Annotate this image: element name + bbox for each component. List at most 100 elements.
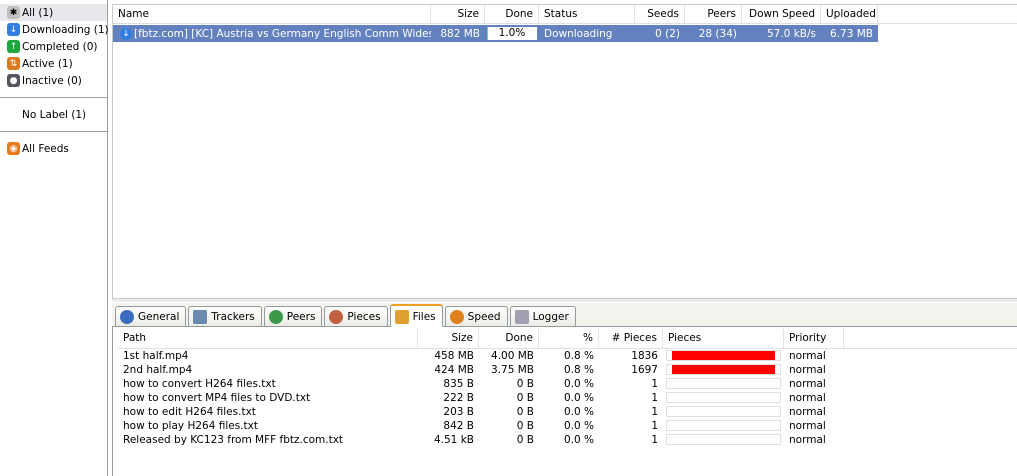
progress-bar: 1.0% <box>485 25 539 42</box>
file-row[interactable]: how to play H264 files.txt 842 B 0 B 0.0 % 1… <box>118 419 1017 433</box>
tab-speed[interactable]: Speed <box>444 306 508 326</box>
sidebar-item-all[interactable]: ✱ All (1) <box>0 4 107 21</box>
torrent-peers: 28 (34) <box>698 28 737 40</box>
pieces-bar <box>666 420 781 431</box>
file-done: 0 B <box>516 392 534 404</box>
file-done: 0 B <box>516 434 534 446</box>
torrent-status: Downloading <box>544 28 613 40</box>
pieces-bar <box>666 378 781 389</box>
sidebar-item-all-feeds[interactable]: ◉ All Feeds <box>0 140 107 157</box>
file-done: 0 B <box>516 406 534 418</box>
pieces-bar <box>666 350 781 361</box>
file-pct: 0.0 % <box>563 406 594 418</box>
column-header-status[interactable]: Status <box>539 5 635 23</box>
divider <box>0 131 107 132</box>
pieces-bar <box>666 434 781 445</box>
files-icon <box>394 309 409 324</box>
torrent-list-header: Name Size Done Status Seeds Peers Down Speed Up… <box>113 5 1017 24</box>
torrent-name: [fbtz.com] [KC] Austria vs Germany Engli… <box>134 27 431 40</box>
sidebar-item-inactive[interactable]: ● Inactive (0) <box>0 72 107 89</box>
column-header-pieces[interactable]: # Pieces <box>599 329 663 348</box>
peers-icon <box>268 309 283 324</box>
active-arrows-icon: ⇅ <box>7 57 20 70</box>
file-pieces: 1 <box>651 392 658 404</box>
file-path: how to play H264 files.txt <box>123 420 258 432</box>
file-size: 203 B <box>443 406 474 418</box>
column-header-done[interactable]: Done <box>485 5 539 23</box>
file-priority: normal <box>789 378 826 390</box>
file-path: how to edit H264 files.txt <box>123 406 256 418</box>
file-priority: normal <box>789 434 826 446</box>
torrent-size: 882 MB <box>440 28 480 40</box>
file-pieces: 1 <box>651 434 658 446</box>
column-header-uploaded[interactable]: Uploaded <box>821 5 878 23</box>
file-pct: 0.8 % <box>563 350 594 362</box>
download-icon: ↓ <box>7 23 20 36</box>
file-row[interactable]: how to convert H264 files.txt 835 B 0 B 0.0… <box>118 377 1017 391</box>
file-priority: normal <box>789 350 826 362</box>
column-header-%[interactable]: % <box>539 329 599 348</box>
tab-general[interactable]: General <box>115 306 187 326</box>
file-path: how to convert H264 files.txt <box>123 378 276 390</box>
file-row[interactable]: Released by KC123 from MFF fbtz.com.txt 4… <box>118 433 1017 447</box>
sidebar-item-downloading[interactable]: ↓ Downloading (1) <box>0 21 109 38</box>
inactive-icon: ● <box>7 74 20 87</box>
tab-files[interactable]: Files <box>389 304 443 327</box>
pieces-icon <box>329 309 344 324</box>
file-priority: normal <box>789 392 826 404</box>
column-header-name[interactable]: Name <box>113 5 431 23</box>
torrent-seeds: 0 (2) <box>655 28 680 40</box>
column-header-size[interactable]: Size <box>418 329 479 348</box>
network-icon <box>193 309 208 324</box>
sidebar-item-active[interactable]: ⇅ Active (1) <box>0 55 107 72</box>
file-priority: normal <box>789 406 826 418</box>
column-header-path[interactable]: Path <box>118 329 418 348</box>
file-pieces: 1 <box>651 406 658 418</box>
splitter-handle[interactable] <box>112 298 1017 302</box>
file-row[interactable]: 1st half.mp4 458 MB 4.00 MB 0.8 % 1836 normal <box>118 349 1017 363</box>
tab-peers[interactable]: Peers <box>263 306 323 326</box>
tab-logger[interactable]: Logger <box>509 306 576 326</box>
file-priority: normal <box>789 420 826 432</box>
file-priority: normal <box>789 364 826 376</box>
file-done: 3.75 MB <box>491 364 534 376</box>
file-row[interactable]: how to edit H264 files.txt 203 B 0 B 0.0 % 1… <box>118 405 1017 419</box>
file-path: 2nd half.mp4 <box>123 364 193 376</box>
file-path: Released by KC123 from MFF fbtz.com.txt <box>123 434 344 446</box>
sidebar-item-completed[interactable]: ↑ Completed (0) <box>0 38 107 55</box>
file-size: 4.51 kB <box>433 434 474 446</box>
file-row[interactable]: 2nd half.mp4 424 MB 3.75 MB 0.8 % 1697 normal <box>118 363 1017 377</box>
file-path: how to convert MP4 files to DVD.txt <box>123 392 311 404</box>
torrent-list: Name Size Done Status Seeds Peers Down Speed Up… <box>112 4 1017 298</box>
file-size: 458 MB <box>434 350 474 362</box>
tab-trackers[interactable]: Trackers <box>188 306 262 326</box>
column-header-seeds[interactable]: Seeds <box>635 5 685 23</box>
info-icon <box>120 309 134 324</box>
file-pct: 0.0 % <box>563 378 594 390</box>
column-header-priority[interactable]: Priority <box>784 329 844 348</box>
column-header-peers[interactable]: Peers <box>685 5 742 23</box>
divider <box>0 97 107 98</box>
files-table-header: Path Size Done% # Pieces Pieces Priority <box>118 329 1017 349</box>
column-header-size[interactable]: Size <box>431 5 485 23</box>
column-header-pieces[interactable]: Pieces <box>663 329 784 348</box>
column-header-done[interactable]: Done <box>479 329 539 348</box>
torrent-row[interactable]: ↓ [fbtz.com] [KC] Austria vs Germany Engl… <box>113 25 878 42</box>
sidebar-item-no-label[interactable]: No Label (1) <box>0 106 107 123</box>
rss-icon: ◉ <box>7 142 20 155</box>
file-size: 835 B <box>443 378 474 390</box>
tab-pieces[interactable]: Pieces <box>324 306 388 326</box>
file-pieces: 1697 <box>631 364 658 376</box>
file-size: 842 B <box>443 420 474 432</box>
file-row[interactable]: how to convert MP4 files to DVD.txt 222 B… <box>118 391 1017 405</box>
torrent-down-speed: 57.0 kB/s <box>766 28 816 40</box>
column-header-down-speed[interactable]: Down Speed <box>742 5 821 23</box>
speed-icon <box>449 309 464 324</box>
pieces-bar <box>666 392 781 403</box>
file-pct: 0.8 % <box>563 364 594 376</box>
file-pieces: 1836 <box>631 350 658 362</box>
sidebar: ✱ All (1) ↓ Downloading (1) ↑ Completed (0) ⇅ A… <box>0 0 109 476</box>
file-pieces: 1 <box>651 420 658 432</box>
pieces-bar <box>666 406 781 417</box>
file-pct: 0.0 % <box>563 434 594 446</box>
